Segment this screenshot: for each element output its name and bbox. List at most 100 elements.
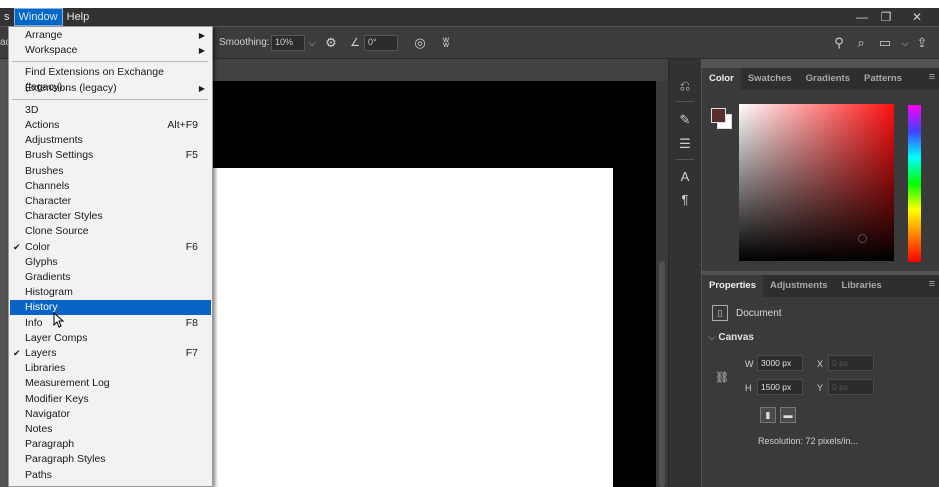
menu-item-brushes[interactable]: Brushes (10, 164, 211, 179)
menu-item-label: Glyphs (25, 255, 58, 268)
menu-item-label: Navigator (25, 407, 70, 420)
document-label: Document (736, 307, 782, 319)
menu-item-workspace[interactable]: Workspace ▶ (10, 43, 211, 58)
panel-menu-icon[interactable]: ≡ (929, 71, 935, 83)
workspace-icon[interactable]: ▭ (877, 35, 893, 51)
restore-icon[interactable]: ❐ (874, 8, 898, 26)
angle-field[interactable]: 0° (364, 35, 398, 51)
menu-item-extensions-legacy[interactable]: Extensions (legacy) ▶ (10, 81, 211, 96)
y-field[interactable]: 0 px (828, 379, 874, 395)
checkmark-icon: ✔ (13, 348, 21, 358)
hue-slider[interactable] (908, 105, 921, 262)
divider (676, 101, 694, 102)
user-search-icon[interactable]: ⚲ (831, 35, 847, 51)
menu-item-shortcut: F6 (185, 240, 198, 253)
menu-item-clone-source[interactable]: Clone Source (10, 224, 211, 239)
color-picker-marker[interactable] (858, 234, 867, 243)
tab-patterns[interactable]: Patterns (857, 68, 909, 90)
close-icon[interactable]: ✕ (905, 8, 929, 26)
menu-item-character[interactable]: Character (10, 194, 211, 209)
menu-item-paragraph[interactable]: Paragraph (10, 437, 211, 452)
canvas-pasteboard (613, 168, 656, 487)
menu-item-shortcut: Alt+F9 (167, 119, 198, 131)
character-icon[interactable]: A (676, 168, 694, 186)
width-label: W (745, 359, 754, 369)
height-field[interactable]: 1500 px (757, 379, 803, 395)
menu-item-character-styles[interactable]: Character Styles (10, 209, 211, 224)
color-panel-tabs: Color Swatches Gradients Patterns (702, 68, 939, 90)
menu-item-color[interactable]: Color ✔ F6 (10, 240, 211, 255)
x-field[interactable]: 0 px (828, 355, 874, 371)
link-icon[interactable]: ⛓ (715, 371, 729, 384)
tab-properties[interactable]: Properties (702, 275, 763, 297)
menu-item-label: Brush Settings (25, 149, 94, 162)
scrollbar-thumb[interactable] (659, 261, 665, 487)
menu-item-layers[interactable]: Layers ✔ F7 (10, 346, 211, 361)
menu-item-arrange[interactable]: Arrange ▶ (10, 28, 211, 43)
smoothing-field[interactable]: 10% (271, 35, 305, 51)
tab-color[interactable]: Color (702, 68, 741, 90)
menu-item-notes[interactable]: Notes (10, 422, 211, 437)
chevron-down-icon[interactable]: ⌵ (304, 35, 320, 51)
chevron-down-icon[interactable]: ⌵ (897, 35, 913, 51)
menu-item-measurement-log[interactable]: Measurement Log (10, 376, 211, 391)
canvas-section-title: Canvas (718, 332, 754, 343)
panel-icon-column: ⎌ ✎ ☰ A ¶ (668, 59, 701, 487)
tab-libraries[interactable]: Libraries (835, 275, 889, 297)
search-icon[interactable]: ⌕ (853, 35, 869, 51)
minimize-icon[interactable]: — (850, 8, 874, 26)
menu-item-actions[interactable]: Actions Alt+F9 (10, 118, 211, 133)
menu-partial[interactable]: s (0, 8, 14, 26)
document-tab-strip (212, 59, 668, 81)
menu-item-libraries[interactable]: Libraries (10, 361, 211, 376)
share-icon[interactable]: ⇪ (914, 35, 930, 51)
menu-help[interactable]: Help (63, 8, 94, 26)
menu-item-channels[interactable]: Channels (10, 179, 211, 194)
menu-item-gradients[interactable]: Gradients (10, 270, 211, 285)
symmetry-butterfly-icon[interactable]: ʬ (438, 35, 454, 51)
canvas-section-header[interactable]: ⌵ Canvas (708, 332, 754, 343)
foreground-color-swatch[interactable] (711, 108, 726, 123)
history-icon[interactable]: ⎌ (676, 77, 694, 95)
window-menu: Arrange ▶ Workspace ▶ Find Extensions on Exc… (8, 26, 213, 487)
width-field[interactable]: 3000 px (757, 355, 803, 371)
brush-settings-icon[interactable]: ✎ (676, 111, 694, 129)
menu-window[interactable]: Window (13, 8, 63, 26)
menu-item-label: Histogram (25, 286, 73, 299)
menu-item-label: Color (25, 240, 51, 253)
chevron-down-icon[interactable]: ⌵ (708, 332, 716, 343)
pressure-icon[interactable]: ◎ (412, 35, 428, 51)
color-field[interactable] (739, 104, 894, 261)
tab-swatches[interactable]: Swatches (741, 68, 799, 90)
menu-item-adjustments[interactable]: Adjustments (10, 133, 211, 148)
resolution-text: Resolution: 72 pixels/in... (758, 436, 859, 446)
menu-item-layer-comps[interactable]: Layer Comps (10, 331, 211, 346)
document-canvas[interactable] (212, 168, 613, 487)
landscape-orientation-icon[interactable]: ▬ (780, 407, 796, 423)
menu-item-3d[interactable]: 3D (10, 103, 211, 118)
menu-item-label: Arrange (25, 29, 63, 41)
menu-item-find-extensions-on-exchange-legacy[interactable]: Find Extensions on Exchange (legacy)... (10, 65, 211, 93)
menu-item-paths[interactable]: Paths (10, 468, 211, 483)
menu-item-label: Clone Source (25, 225, 89, 238)
menu-item-paragraph-styles[interactable]: Paragraph Styles (10, 452, 211, 467)
panel-menu-icon[interactable]: ≡ (929, 278, 935, 290)
menu-item-glyphs[interactable]: Glyphs (10, 255, 211, 270)
menu-item-patterns[interactable]: Patterns (10, 483, 211, 486)
menu-item-modifier-keys[interactable]: Modifier Keys (10, 392, 211, 407)
vertical-scrollbar[interactable] (656, 81, 668, 487)
menu-item-info[interactable]: Info F8 (10, 316, 211, 331)
portrait-orientation-icon[interactable]: ▮ (760, 407, 776, 423)
menu-item-shortcut: F5 (185, 149, 198, 162)
paragraph-icon[interactable]: ¶ (676, 191, 694, 209)
menu-item-brush-settings[interactable]: Brush Settings F5 (10, 148, 211, 163)
tab-adjustments[interactable]: Adjustments (763, 275, 835, 297)
gear-icon[interactable]: ⚙ (323, 35, 339, 51)
menu-item-histogram[interactable]: Histogram (10, 285, 211, 300)
menu-item-navigator[interactable]: Navigator (10, 407, 211, 422)
adjustments-sliders-icon[interactable]: ☰ (676, 135, 694, 153)
menu-item-label: Character Styles (25, 210, 103, 223)
menu-item-history[interactable]: History (10, 300, 211, 316)
menu-item-label: Measurement Log (25, 377, 110, 390)
tab-gradients[interactable]: Gradients (799, 68, 857, 90)
